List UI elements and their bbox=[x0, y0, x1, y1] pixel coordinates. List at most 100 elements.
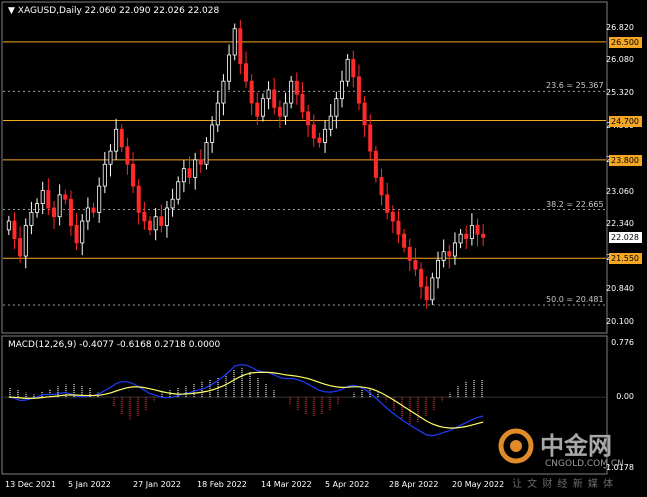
price-chart[interactable] bbox=[0, 0, 647, 497]
candle[interactable] bbox=[40, 190, 45, 205]
candle[interactable] bbox=[413, 260, 418, 270]
candle[interactable] bbox=[306, 111, 311, 126]
candle[interactable] bbox=[255, 102, 260, 117]
candle[interactable] bbox=[447, 251, 452, 257]
candle[interactable] bbox=[131, 163, 136, 187]
candle[interactable] bbox=[85, 207, 90, 222]
candle[interactable] bbox=[328, 115, 333, 130]
candle[interactable] bbox=[97, 185, 102, 213]
candle[interactable] bbox=[74, 225, 79, 244]
symbol-ohlc-text: XAGUSD,Daily 22.060 22.090 22.026 22.028 bbox=[17, 6, 220, 16]
candle[interactable] bbox=[193, 159, 198, 178]
price-tick-label: 26.080 bbox=[606, 55, 634, 65]
candle[interactable] bbox=[108, 150, 113, 165]
candle[interactable] bbox=[345, 58, 350, 82]
candle[interactable] bbox=[68, 198, 73, 226]
candle[interactable] bbox=[373, 150, 378, 178]
candle[interactable] bbox=[441, 251, 446, 261]
time-tick-label: 20 May 2022 bbox=[452, 480, 505, 489]
candle[interactable] bbox=[475, 225, 480, 235]
candle[interactable] bbox=[407, 246, 412, 261]
candle[interactable] bbox=[452, 242, 457, 257]
candle[interactable] bbox=[147, 220, 152, 231]
candle[interactable] bbox=[187, 168, 192, 178]
candle[interactable] bbox=[430, 277, 435, 301]
candle[interactable] bbox=[323, 128, 328, 143]
collapse-triangle-icon[interactable]: ▼ bbox=[8, 6, 15, 16]
time-tick-label: 27 Jan 2022 bbox=[133, 480, 181, 489]
candle[interactable] bbox=[362, 102, 367, 126]
candle[interactable] bbox=[356, 76, 361, 104]
candle[interactable] bbox=[18, 238, 23, 257]
candle[interactable] bbox=[294, 80, 299, 95]
candle[interactable] bbox=[402, 233, 407, 248]
candle[interactable] bbox=[153, 216, 158, 231]
candle[interactable] bbox=[102, 163, 107, 187]
candle[interactable] bbox=[238, 28, 243, 65]
candle[interactable] bbox=[311, 124, 316, 139]
candle[interactable] bbox=[198, 159, 203, 165]
candle[interactable] bbox=[6, 220, 11, 231]
candle[interactable] bbox=[243, 63, 248, 82]
candle[interactable] bbox=[23, 225, 28, 257]
candle[interactable] bbox=[227, 54, 232, 82]
candle[interactable] bbox=[368, 124, 373, 152]
candle[interactable] bbox=[29, 211, 34, 226]
candle[interactable] bbox=[57, 194, 62, 218]
candle[interactable] bbox=[435, 260, 440, 279]
candle[interactable] bbox=[385, 194, 390, 213]
candle[interactable] bbox=[170, 198, 175, 209]
candle[interactable] bbox=[215, 102, 220, 126]
watermark-brand: 中金网 bbox=[540, 432, 612, 460]
candle[interactable] bbox=[35, 203, 40, 213]
candle[interactable] bbox=[125, 146, 130, 165]
candle[interactable] bbox=[181, 168, 186, 183]
candle[interactable] bbox=[204, 141, 209, 165]
candle[interactable] bbox=[334, 98, 339, 117]
candle[interactable] bbox=[424, 286, 429, 301]
candle[interactable] bbox=[80, 220, 85, 244]
candle[interactable] bbox=[63, 194, 68, 200]
candle[interactable] bbox=[52, 207, 57, 218]
candle[interactable] bbox=[136, 185, 141, 213]
candle[interactable] bbox=[164, 207, 169, 226]
macd-signal-line bbox=[8, 371, 484, 429]
candle[interactable] bbox=[277, 107, 282, 117]
candle[interactable] bbox=[351, 58, 356, 78]
candle[interactable] bbox=[481, 233, 486, 238]
candle[interactable] bbox=[289, 80, 294, 104]
candle[interactable] bbox=[114, 128, 119, 152]
candle[interactable] bbox=[469, 225, 474, 239]
candle[interactable] bbox=[379, 176, 384, 196]
candle[interactable] bbox=[119, 128, 124, 148]
candle[interactable] bbox=[390, 211, 395, 222]
candle[interactable] bbox=[210, 124, 215, 143]
candle[interactable] bbox=[272, 89, 277, 108]
candle[interactable] bbox=[458, 233, 463, 244]
candle[interactable] bbox=[419, 268, 424, 288]
macd-line bbox=[8, 364, 484, 437]
candle[interactable] bbox=[249, 80, 254, 104]
candle[interactable] bbox=[142, 211, 147, 222]
price-tick-label: 20.100 bbox=[606, 316, 634, 326]
candle[interactable] bbox=[300, 93, 305, 113]
candle[interactable] bbox=[396, 220, 401, 235]
candle[interactable] bbox=[317, 137, 322, 143]
candle[interactable] bbox=[266, 89, 271, 100]
candle[interactable] bbox=[464, 233, 469, 239]
candle[interactable] bbox=[339, 80, 344, 100]
candle[interactable] bbox=[221, 80, 226, 104]
candle[interactable] bbox=[283, 102, 288, 117]
level-price-box: 23.800 bbox=[609, 154, 642, 166]
candle[interactable] bbox=[232, 28, 237, 56]
candle[interactable] bbox=[159, 216, 164, 226]
level-price-box: 24.700 bbox=[609, 115, 642, 127]
candle[interactable] bbox=[46, 190, 51, 209]
candle[interactable] bbox=[176, 181, 181, 200]
time-tick-label: 13 Dec 2021 bbox=[5, 480, 57, 489]
time-tick-label: 28 Apr 2022 bbox=[389, 480, 439, 489]
candle[interactable] bbox=[91, 207, 96, 213]
candle[interactable] bbox=[12, 220, 17, 239]
fib-label: 23.6 = 25.367 bbox=[546, 81, 604, 91]
candle[interactable] bbox=[260, 98, 265, 117]
